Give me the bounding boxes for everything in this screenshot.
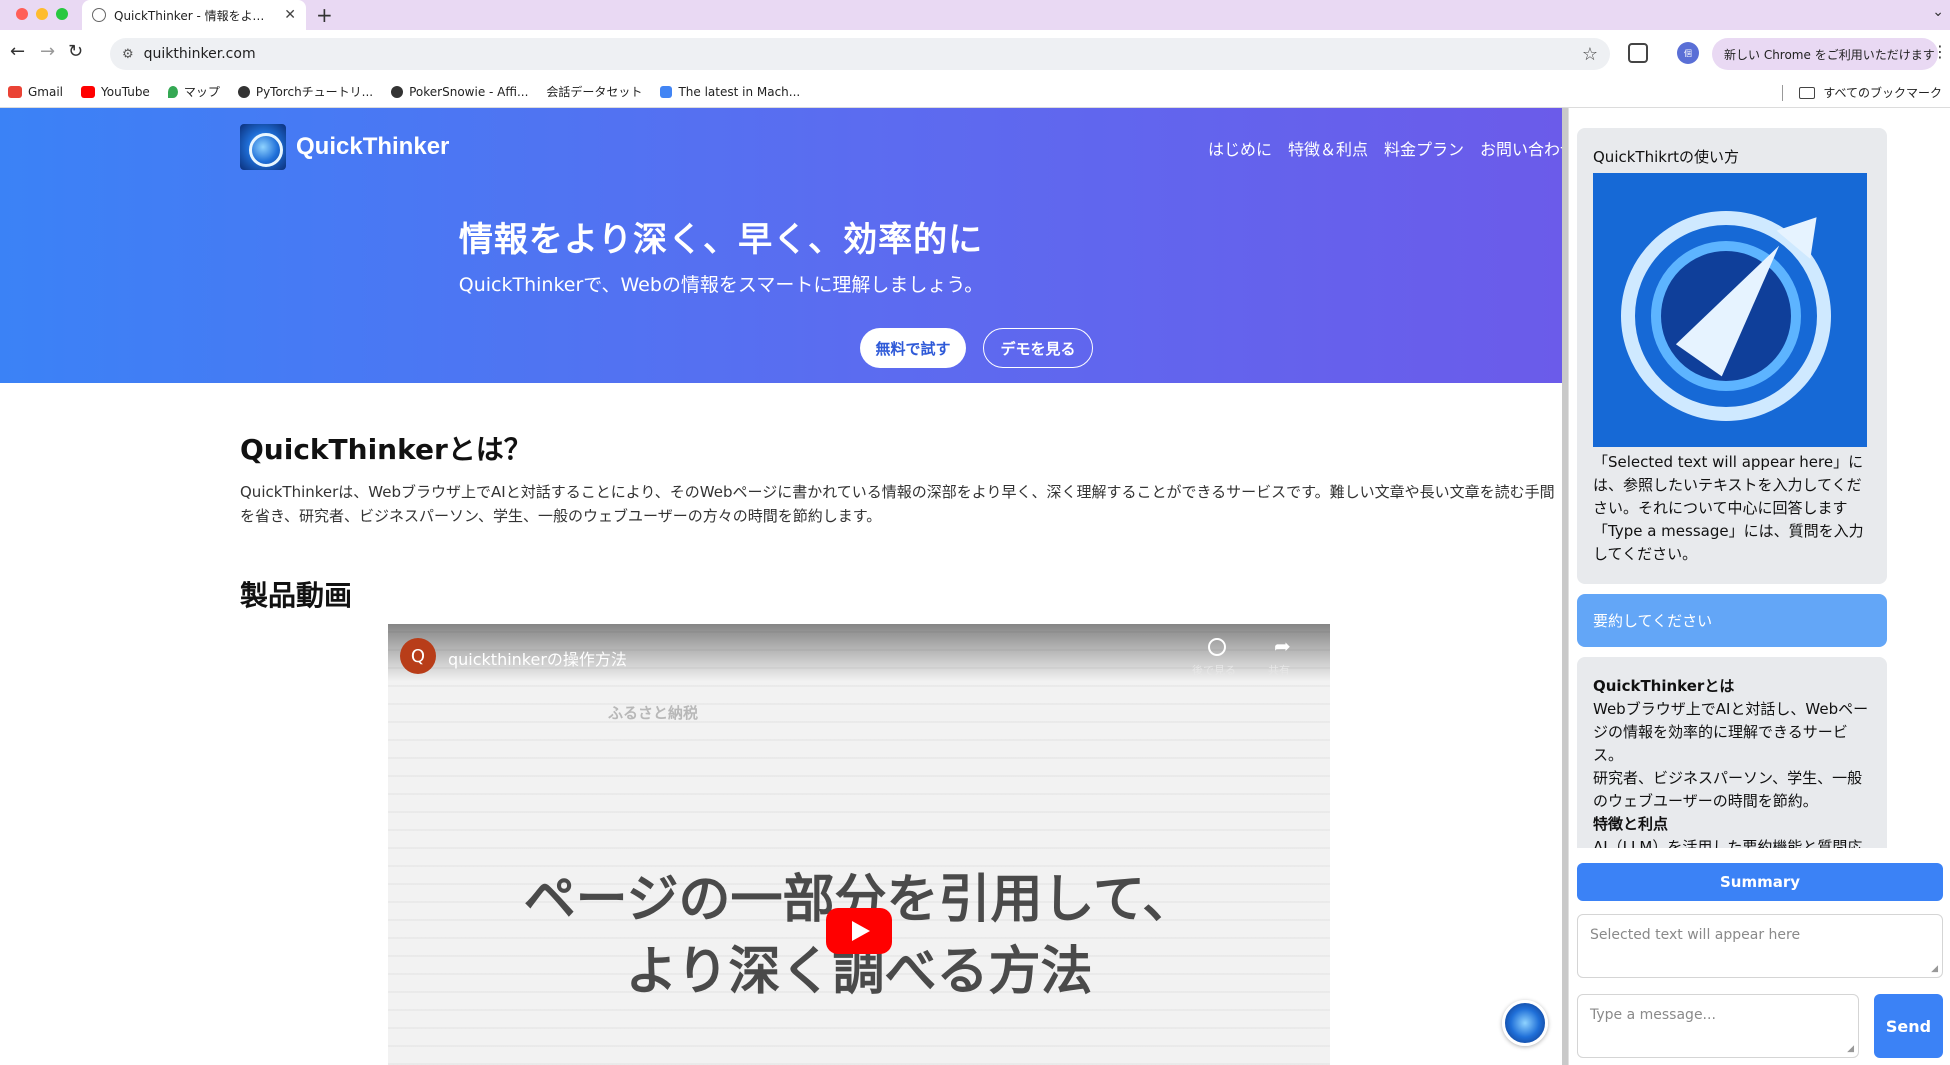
message-placeholder: Type a message... (1590, 1007, 1716, 1023)
browser-toolbar: ← → ↻ ⚙ quikthinker.com ☆ 個 新しい Chrome を… (0, 30, 1950, 76)
reply-heading: 特徴と利点 (1593, 815, 1669, 833)
channel-avatar[interactable]: Q (400, 638, 436, 674)
browser-tab[interactable]: QuickThinker - 情報をより深く ✕ (82, 0, 306, 30)
minimize-window-button[interactable] (36, 8, 48, 20)
help-message: QuickThikrtの使い方 「Selected text will appe… (1577, 128, 1887, 584)
nav-intro[interactable]: はじめに (1208, 136, 1272, 160)
bookmark-ml-news[interactable]: The latest in Mach... (660, 85, 800, 99)
bookmark-star-icon[interactable]: ☆ (1582, 44, 1598, 65)
bookmark-youtube[interactable]: YouTube (81, 85, 150, 99)
nav-contact[interactable]: お問い合わせ (1480, 136, 1562, 160)
youtube-icon (81, 85, 96, 98)
about-heading: QuickThinkerとは？ (240, 433, 532, 466)
more-menu-icon[interactable]: ⋮ (1932, 42, 1948, 61)
quickthinker-floating-icon[interactable] (1502, 1000, 1548, 1046)
reply-line: Webブラウザ上でAIと対話し、Webページの情報を効率的に理解できるサービス。 (1593, 700, 1869, 764)
watch-later-label[interactable]: 後で見る (1192, 662, 1236, 678)
view-demo-button[interactable]: デモを見る (983, 328, 1093, 368)
bookmark-maps[interactable]: マップ (167, 83, 220, 100)
share-label[interactable]: 共有 (1268, 662, 1290, 678)
close-window-button[interactable] (16, 8, 28, 20)
reply-line: 研究者、ビジネスパーソン、学生、一般のウェブユーザーの時間を節約。 (1593, 769, 1863, 810)
profile-avatar[interactable]: 個 (1677, 42, 1699, 64)
send-button[interactable]: Send (1874, 994, 1943, 1058)
video-player[interactable]: ふるさと納税 Q quickthinkerの操作方法 ➦ 後で見る 共有 ページ… (388, 624, 1330, 1065)
news-icon (660, 85, 673, 98)
globe-icon (391, 85, 404, 98)
selected-text-field[interactable]: Selected text will appear here ◢ (1577, 914, 1943, 978)
nav-features[interactable]: 特徴＆利点 (1288, 136, 1368, 160)
tab-strip: QuickThinker - 情報をより深く ✕ + ⌄ (0, 0, 1950, 30)
reply-heading: QuickThinkerとは (1593, 677, 1735, 695)
hero-title: 情報をより深く、早く、効率的に (458, 220, 984, 260)
bookmark-dataset[interactable]: 会話データセット (546, 83, 642, 100)
bookmark-gmail[interactable]: Gmail (8, 85, 63, 99)
nav-pricing[interactable]: 料金プラン (1384, 136, 1464, 160)
address-bar[interactable]: ⚙ quikthinker.com ☆ (110, 38, 1610, 70)
try-free-button[interactable]: 無料で試す (860, 328, 966, 368)
message-input[interactable]: Type a message... ◢ (1577, 994, 1859, 1058)
site-nav: はじめに 特徴＆利点 料金プラン お問い合わせ (1208, 136, 1562, 160)
close-icon[interactable]: ✕ (284, 7, 296, 23)
play-button-icon[interactable] (826, 908, 892, 954)
hero-subtitle: QuickThinkerで、Webの情報をスマートに理解しましょう。 (458, 274, 984, 296)
resize-handle-icon[interactable]: ◢ (1847, 1044, 1854, 1054)
quickthinker-side-panel: QuickThikrtの使い方 「Selected text will appe… (1568, 108, 1950, 1065)
new-tab-button[interactable]: + (316, 3, 333, 27)
brand[interactable]: QuickThinker (240, 124, 449, 170)
bookmark-pytorch[interactable]: PyTorchチュートリ... (237, 83, 373, 100)
tab-title: QuickThinker - 情報をより深く (114, 8, 277, 23)
brand-name: QuickThinker (296, 133, 450, 160)
folder-icon (1799, 86, 1816, 99)
url-text[interactable]: quikthinker.com (144, 46, 1572, 62)
video-section-heading: 製品動画 (240, 579, 353, 612)
reply-line: AI（LLM）を活用した要約機能と質問応 (1593, 838, 1863, 848)
summary-button[interactable]: Summary (1577, 863, 1943, 901)
chevron-down-icon[interactable]: ⌄ (1932, 4, 1944, 20)
page-viewport: QuickThinker はじめに 特徴＆利点 料金プラン お問い合わせ 情報を… (0, 108, 1562, 1065)
video-frame-doc-title: ふるさと納税 (608, 704, 699, 722)
forward-arrow-icon[interactable]: → (40, 42, 55, 62)
assistant-message: QuickThinkerとは Webブラウザ上でAIと対話し、Webページの情報… (1577, 657, 1887, 848)
bookmark-pokersnowie[interactable]: PokerSnowie - Affi... (391, 85, 528, 99)
globe-icon (92, 8, 106, 22)
extensions-icon[interactable] (1628, 43, 1648, 63)
globe-icon (237, 85, 250, 98)
chrome-update-button[interactable]: 新しい Chrome をご利用いただけます (1712, 38, 1938, 70)
gmail-icon (8, 85, 22, 98)
help-title: QuickThikrtの使い方 (1593, 148, 1739, 166)
maximize-window-button[interactable] (56, 8, 68, 20)
all-bookmarks-button[interactable]: すべてのブックマーク (1782, 84, 1942, 101)
resize-handle-icon[interactable]: ◢ (1931, 964, 1938, 974)
user-message: 要約してください (1577, 594, 1887, 647)
quickthinker-logo-image (1593, 173, 1867, 447)
help-text: 「Selected text will appear here」には、参照したい… (1593, 453, 1864, 563)
share-icon[interactable]: ➦ (1274, 634, 1291, 658)
video-title[interactable]: quickthinkerの操作方法 (448, 646, 627, 670)
divider (1782, 84, 1784, 101)
watch-later-icon[interactable] (1208, 638, 1226, 656)
site-info-icon[interactable]: ⚙ (122, 47, 134, 62)
quickthinker-logo-icon (240, 124, 286, 170)
hero-section: QuickThinker はじめに 特徴＆利点 料金プラン お問い合わせ 情報を… (0, 108, 1562, 383)
reload-icon[interactable]: ↻ (68, 42, 83, 62)
back-arrow-icon[interactable]: ← (10, 42, 25, 62)
about-text: QuickThinkerは、Webブラウザ上でAIと対話することにより、そのWe… (240, 483, 1555, 525)
chat-messages[interactable]: QuickThikrtの使い方 「Selected text will appe… (1577, 128, 1887, 848)
map-pin-icon (167, 85, 178, 98)
selected-text-placeholder: Selected text will appear here (1590, 927, 1801, 943)
bookmarks-bar: Gmail YouTube マップ PyTorchチュートリ... PokerS… (0, 76, 1950, 108)
